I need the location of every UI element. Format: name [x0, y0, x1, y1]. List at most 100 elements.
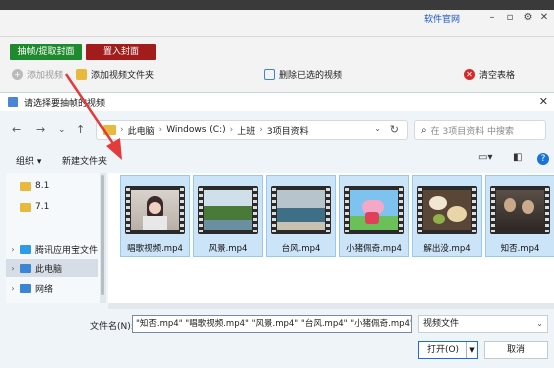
file-item[interactable]: 唱歌视频.mp4 [120, 175, 190, 257]
filetype-value: 视频文件 [423, 319, 460, 329]
filetype-select[interactable]: 视频文件 ⌄ [418, 315, 548, 333]
import-cover-button[interactable]: 置入封面 [86, 44, 156, 60]
breadcrumb-separator: › [158, 125, 163, 135]
remove-processed-tool[interactable]: 删除已选的视频 [264, 68, 342, 81]
search-input[interactable]: ⌕ 在 3项目资料 中搜索 [414, 120, 546, 140]
sidebar-item-this-pc[interactable]: › 此电脑 [6, 259, 98, 277]
sidebar-item-label: 腾讯应用宝文件 [35, 245, 99, 256]
file-name: 知否.mp4 [500, 244, 540, 254]
breadcrumb-this-pc[interactable]: 此电脑 [128, 124, 155, 137]
clear-table-label: 清空表格 [479, 71, 516, 81]
video-file-icon [490, 186, 550, 234]
close-icon[interactable]: ✕ [538, 12, 550, 24]
chevron-icon: › [11, 283, 15, 293]
navigation-bar: ← → ⌄ ↑ › 此电脑 › Windows (C:) › 上班 › 3项目资… [0, 115, 554, 145]
breadcrumb-work[interactable]: 上班 [237, 124, 255, 137]
up-arrow-icon[interactable]: ↑ [76, 123, 85, 136]
breadcrumb-separator: › [120, 125, 124, 135]
add-folder-tool[interactable]: 添加视频文件夹 [76, 68, 154, 81]
organize-menu[interactable]: 组织 ▾ [16, 154, 41, 167]
sidebar-item-network[interactable]: › 网络 [6, 279, 98, 297]
breadcrumb-separator: › [229, 125, 234, 135]
video-file-icon [198, 186, 258, 234]
brand-link[interactable]: 软件官网 [424, 12, 460, 25]
video-file-icon [417, 186, 477, 234]
sidebar-scrollbar[interactable] [100, 173, 106, 303]
remove-processed-label: 删除已选的视频 [279, 71, 343, 81]
app-title-strip [0, 0, 554, 10]
folder-icon [76, 69, 87, 80]
file-name: 唱歌视频.mp4 [127, 244, 183, 254]
app-icon [8, 97, 18, 107]
tencent-app-icon [20, 244, 31, 254]
chevron-icon: › [11, 263, 15, 273]
preview-pane-icon[interactable]: ◧ [513, 152, 522, 163]
folder-icon [103, 125, 116, 135]
file-name: 台风.mp4 [281, 244, 321, 254]
video-thumbnail [204, 190, 252, 230]
plus-icon: + [12, 69, 23, 80]
help-icon[interactable]: ? [537, 153, 549, 165]
navigation-pane: 8.1 7.1 › 腾讯应用宝文件 › 此电脑 › 网络 [6, 173, 100, 303]
video-thumbnail [423, 190, 471, 230]
sidebar-item-7-1[interactable]: 7.1 [6, 198, 98, 216]
file-item[interactable]: 解出没.mp4 [412, 175, 482, 257]
video-file-icon [344, 186, 404, 234]
sidebar-item-tencent[interactable]: › 腾讯应用宝文件 [6, 240, 98, 258]
cancel-button[interactable]: 取消 [484, 341, 548, 359]
folder-icon [20, 181, 31, 191]
history-chevron-icon[interactable]: ⌄ [58, 125, 66, 135]
dropdown-chevron-icon[interactable]: ⌄ [374, 124, 381, 133]
dialog-close-icon[interactable]: ✕ [539, 95, 548, 108]
video-thumbnail [350, 190, 398, 230]
new-folder-button[interactable]: 新建文件夹 [62, 154, 107, 167]
file-item[interactable]: 知否.mp4 [485, 175, 554, 257]
folder-icon [20, 202, 31, 212]
file-item[interactable]: 小猪佩奇.mp4 [339, 175, 409, 257]
refresh-icon[interactable]: ↻ [390, 123, 399, 136]
sidebar-item-8-1[interactable]: 8.1 [6, 177, 98, 195]
sidebar-item-label: 7.1 [35, 202, 50, 212]
extract-cover-button[interactable]: 抽帧/提取封面 [10, 44, 82, 60]
file-item[interactable]: 风景.mp4 [193, 175, 263, 257]
view-options-icon[interactable]: ▭▾ [478, 152, 492, 163]
clear-icon: ✕ [464, 69, 475, 80]
file-view: 唱歌视频.mp4 风景.mp4 台风.mp4 小猪佩奇.mp4 解出没.mp4 … [108, 173, 554, 303]
settings-icon[interactable]: ⚙ [522, 12, 534, 24]
video-thumbnail [496, 190, 544, 230]
breadcrumb-drive[interactable]: Windows (C:) [166, 125, 225, 135]
file-name: 解出没.mp4 [423, 244, 471, 254]
minimize-icon[interactable]: – [486, 12, 498, 24]
file-item[interactable]: 台风.mp4 [266, 175, 336, 257]
open-button[interactable]: 打开(O) ▼ [418, 341, 478, 359]
split-chevron-icon[interactable]: ▼ [466, 342, 477, 358]
app-toolbar: + 添加视频 添加视频文件夹 删除已选的视频 ✕ 清空表格 [0, 66, 554, 84]
network-icon [20, 283, 31, 293]
breadcrumb-folder[interactable]: 3项目资料 [267, 124, 309, 137]
filename-input[interactable]: "知否.mp4" "唱歌视频.mp4" "风景.mp4" "台风.mp4" "小… [132, 315, 412, 333]
search-placeholder: 在 3项目资料 中搜索 [430, 126, 515, 137]
chevron-down-icon: ⌄ [536, 319, 543, 328]
file-open-dialog: 请选择要抽帧的视频 ✕ ← → ⌄ ↑ › 此电脑 › Windows (C:)… [0, 92, 554, 368]
breadcrumb-separator: › [259, 125, 263, 135]
video-file-icon [125, 186, 185, 234]
address-bar[interactable]: › 此电脑 › Windows (C:) › 上班 › 3项目资料 ⌄ ↻ [96, 120, 408, 140]
add-video-tool[interactable]: + 添加视频 [12, 68, 63, 81]
background-app: 软件官网 – ▫ ⚙ ✕ 抽帧/提取封面 置入封面 + 添加视频 添加视频文件夹… [0, 0, 554, 92]
scrollbar-thumb[interactable] [101, 175, 104, 295]
video-thumbnail [131, 190, 179, 230]
add-video-label: 添加视频 [27, 71, 64, 81]
video-file-icon [271, 186, 331, 234]
sidebar-item-label: 8.1 [35, 181, 50, 191]
forward-arrow-icon[interactable]: → [36, 123, 45, 136]
clear-table-tool[interactable]: ✕ 清空表格 [464, 68, 515, 81]
file-name: 小猪佩奇.mp4 [346, 244, 402, 254]
search-icon: ⌕ [421, 124, 427, 136]
divider [0, 36, 554, 37]
back-arrow-icon[interactable]: ← [12, 123, 21, 136]
video-thumbnail [277, 190, 325, 230]
maximize-icon[interactable]: ▫ [504, 12, 516, 24]
dialog-footer: 文件名(N): "知否.mp4" "唱歌视频.mp4" "风景.mp4" "台风… [0, 309, 554, 368]
open-button-label: 打开(O) [426, 345, 460, 355]
chevron-icon: › [11, 244, 15, 254]
